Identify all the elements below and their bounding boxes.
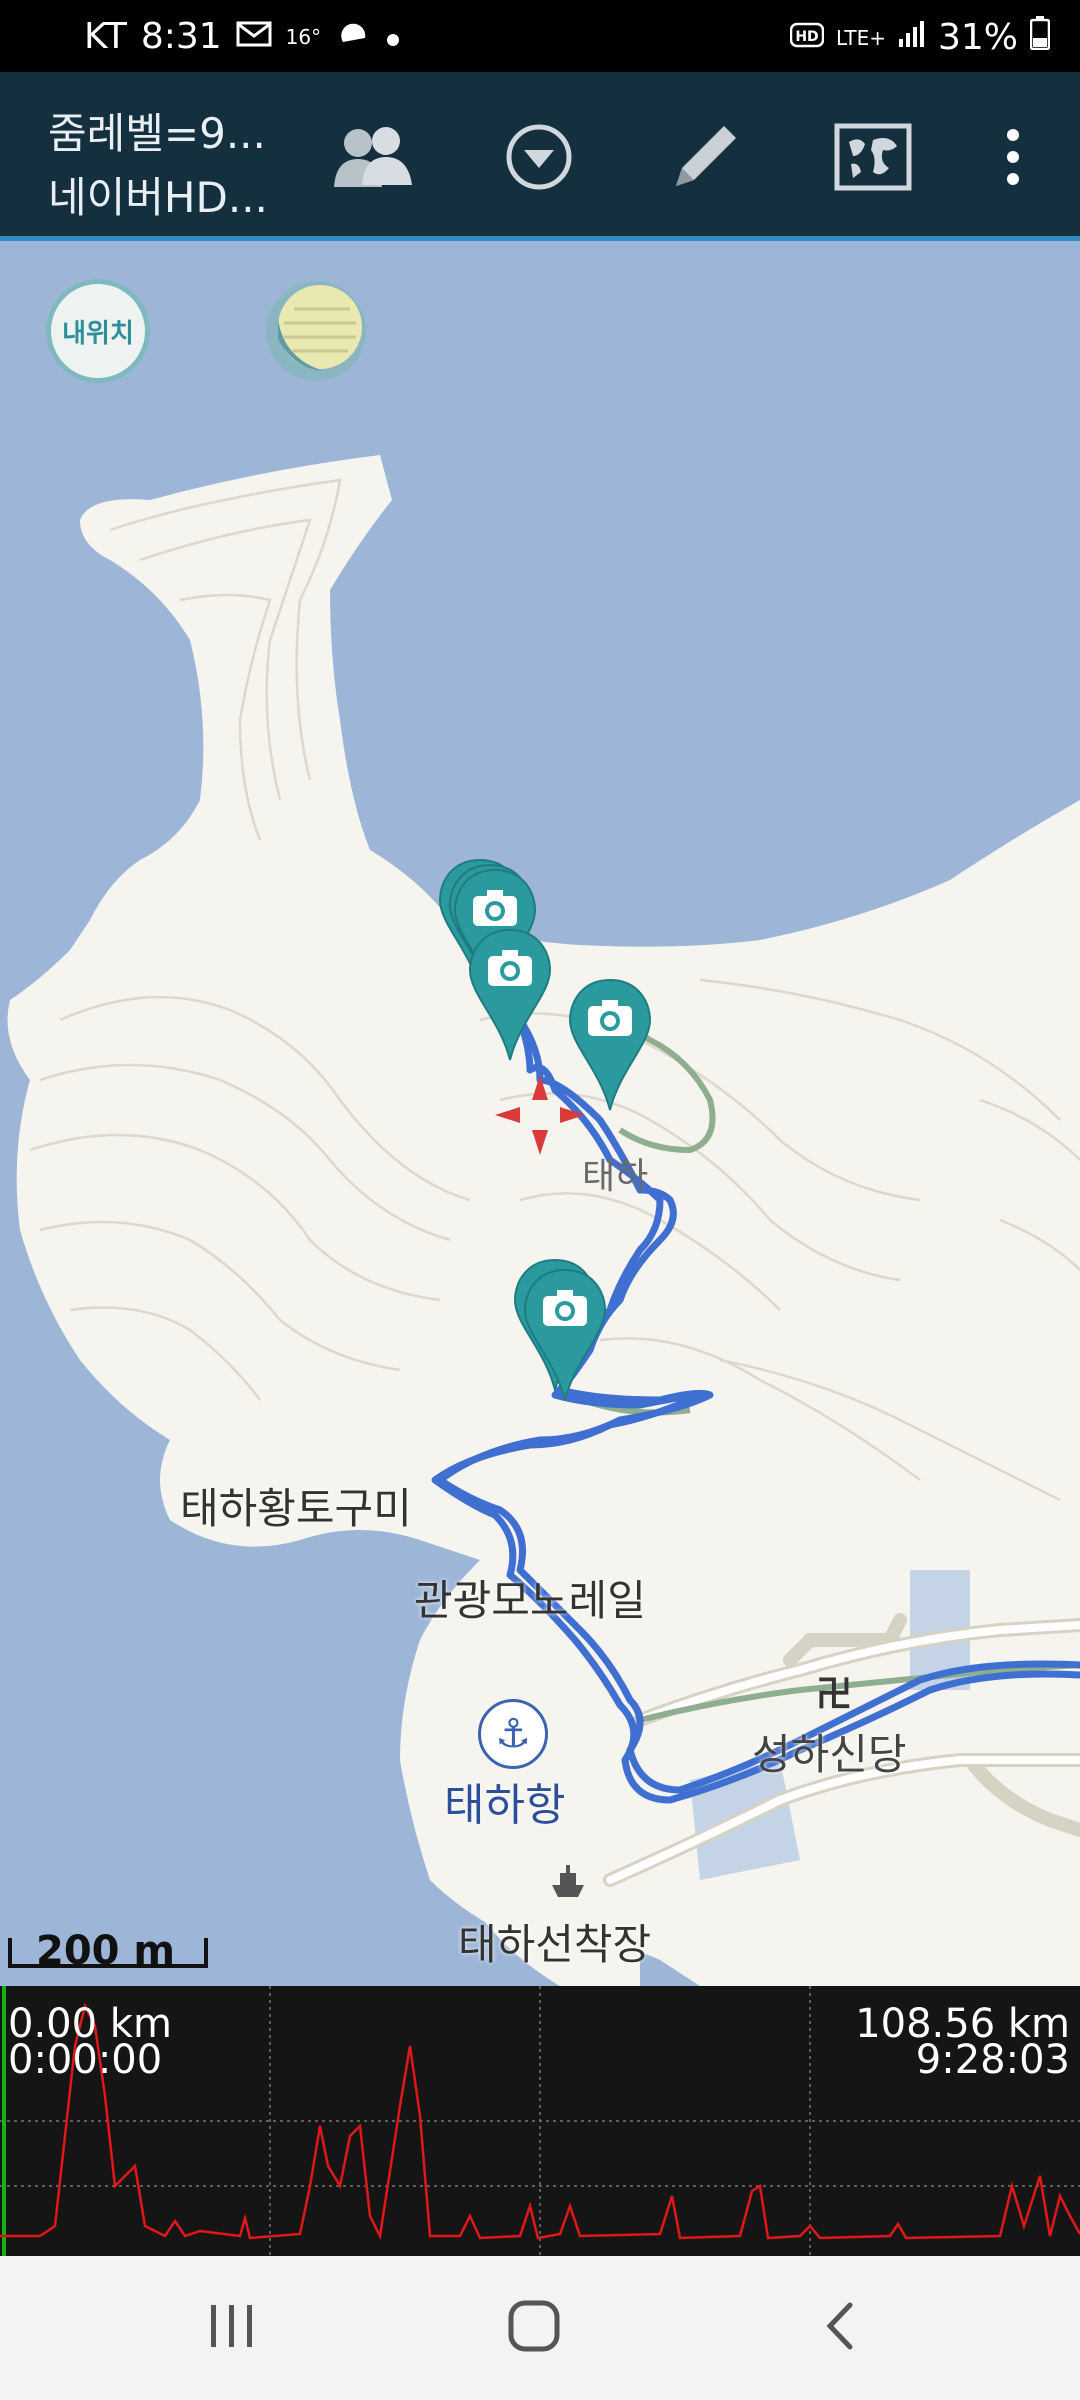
people-button[interactable] xyxy=(328,114,418,204)
app-toolbar: 줌레벨=9... 네이버HD... xyxy=(0,72,1080,241)
recent-apps-icon xyxy=(207,2303,257,2353)
dropdown-icon xyxy=(504,122,574,196)
map-layers-button[interactable] xyxy=(828,114,918,204)
battery-percent: 31% xyxy=(937,17,1018,58)
zoom-level-title[interactable]: 줌레벨=9... xyxy=(48,100,266,161)
edit-button[interactable] xyxy=(660,114,750,204)
dropdown-button[interactable] xyxy=(494,114,584,204)
weather-icon xyxy=(335,16,371,57)
hd-voice-icon: HD xyxy=(789,17,825,58)
temple-icon: 卍 xyxy=(816,1674,853,1715)
map-layers-icon xyxy=(833,122,913,196)
carrier: KT xyxy=(84,16,127,57)
photo-marker xyxy=(569,979,651,1111)
elevation-profile[interactable]: 0.00 km 0:00:00 108.56 km 9:28:03 xyxy=(0,1986,1080,2256)
signal-icon xyxy=(898,17,926,58)
map-view[interactable]: 태하 태하황토구미 관광모노레일 성하신당 卍 ⚓ 태하항 태하선착장 내위치 xyxy=(0,241,1080,1986)
map-label-taeha-hwangto: 태하황토구미 xyxy=(180,1484,412,1533)
ferry-icon xyxy=(548,1861,588,1901)
map-style-button[interactable] xyxy=(264,279,368,383)
battery-icon xyxy=(1029,16,1051,59)
notification-dot-icon xyxy=(385,16,401,57)
back-icon xyxy=(820,2301,860,2355)
my-location-button[interactable]: 내위치 xyxy=(46,279,150,383)
system-nav-bar xyxy=(0,2256,1080,2400)
mail-icon xyxy=(236,16,272,57)
people-icon xyxy=(332,121,414,197)
photo-marker xyxy=(524,1269,606,1401)
anchor-icon: ⚓ xyxy=(478,1699,548,1769)
map-style-icon xyxy=(264,281,368,387)
map-source-title[interactable]: 네이버HD... xyxy=(48,164,268,225)
map-label-pier: 태하선착장 xyxy=(458,1920,652,1969)
svg-text:HD: HD xyxy=(795,29,818,45)
time: 8:31 xyxy=(140,16,222,57)
my-location-label: 내위치 xyxy=(62,318,134,349)
more-options-button[interactable] xyxy=(968,114,1058,204)
home-icon xyxy=(507,2299,561,2357)
temperature: 16° xyxy=(285,24,322,49)
map-label-monorail: 관광모노레일 xyxy=(414,1576,646,1625)
pencil-icon xyxy=(664,116,746,202)
home-button[interactable] xyxy=(494,2292,574,2364)
end-time: 9:28:03 xyxy=(915,2037,1070,2083)
network-type: LTE+ xyxy=(835,25,886,50)
back-button[interactable] xyxy=(800,2292,880,2364)
status-bar: KT 8:31 16° HD LTE+ 31% xyxy=(0,0,1080,72)
scale-label: 200 m xyxy=(36,1928,176,1974)
start-time: 0:00:00 xyxy=(8,2037,163,2083)
map-label-taeha-port: 태하항 xyxy=(444,1780,566,1831)
more-vert-icon xyxy=(1003,127,1023,191)
map-label-taeha: 태하 xyxy=(582,1156,649,1197)
photo-marker xyxy=(469,929,551,1061)
map-label-seongha: 성하신당 xyxy=(752,1730,907,1779)
recent-apps-button[interactable] xyxy=(192,2292,272,2364)
